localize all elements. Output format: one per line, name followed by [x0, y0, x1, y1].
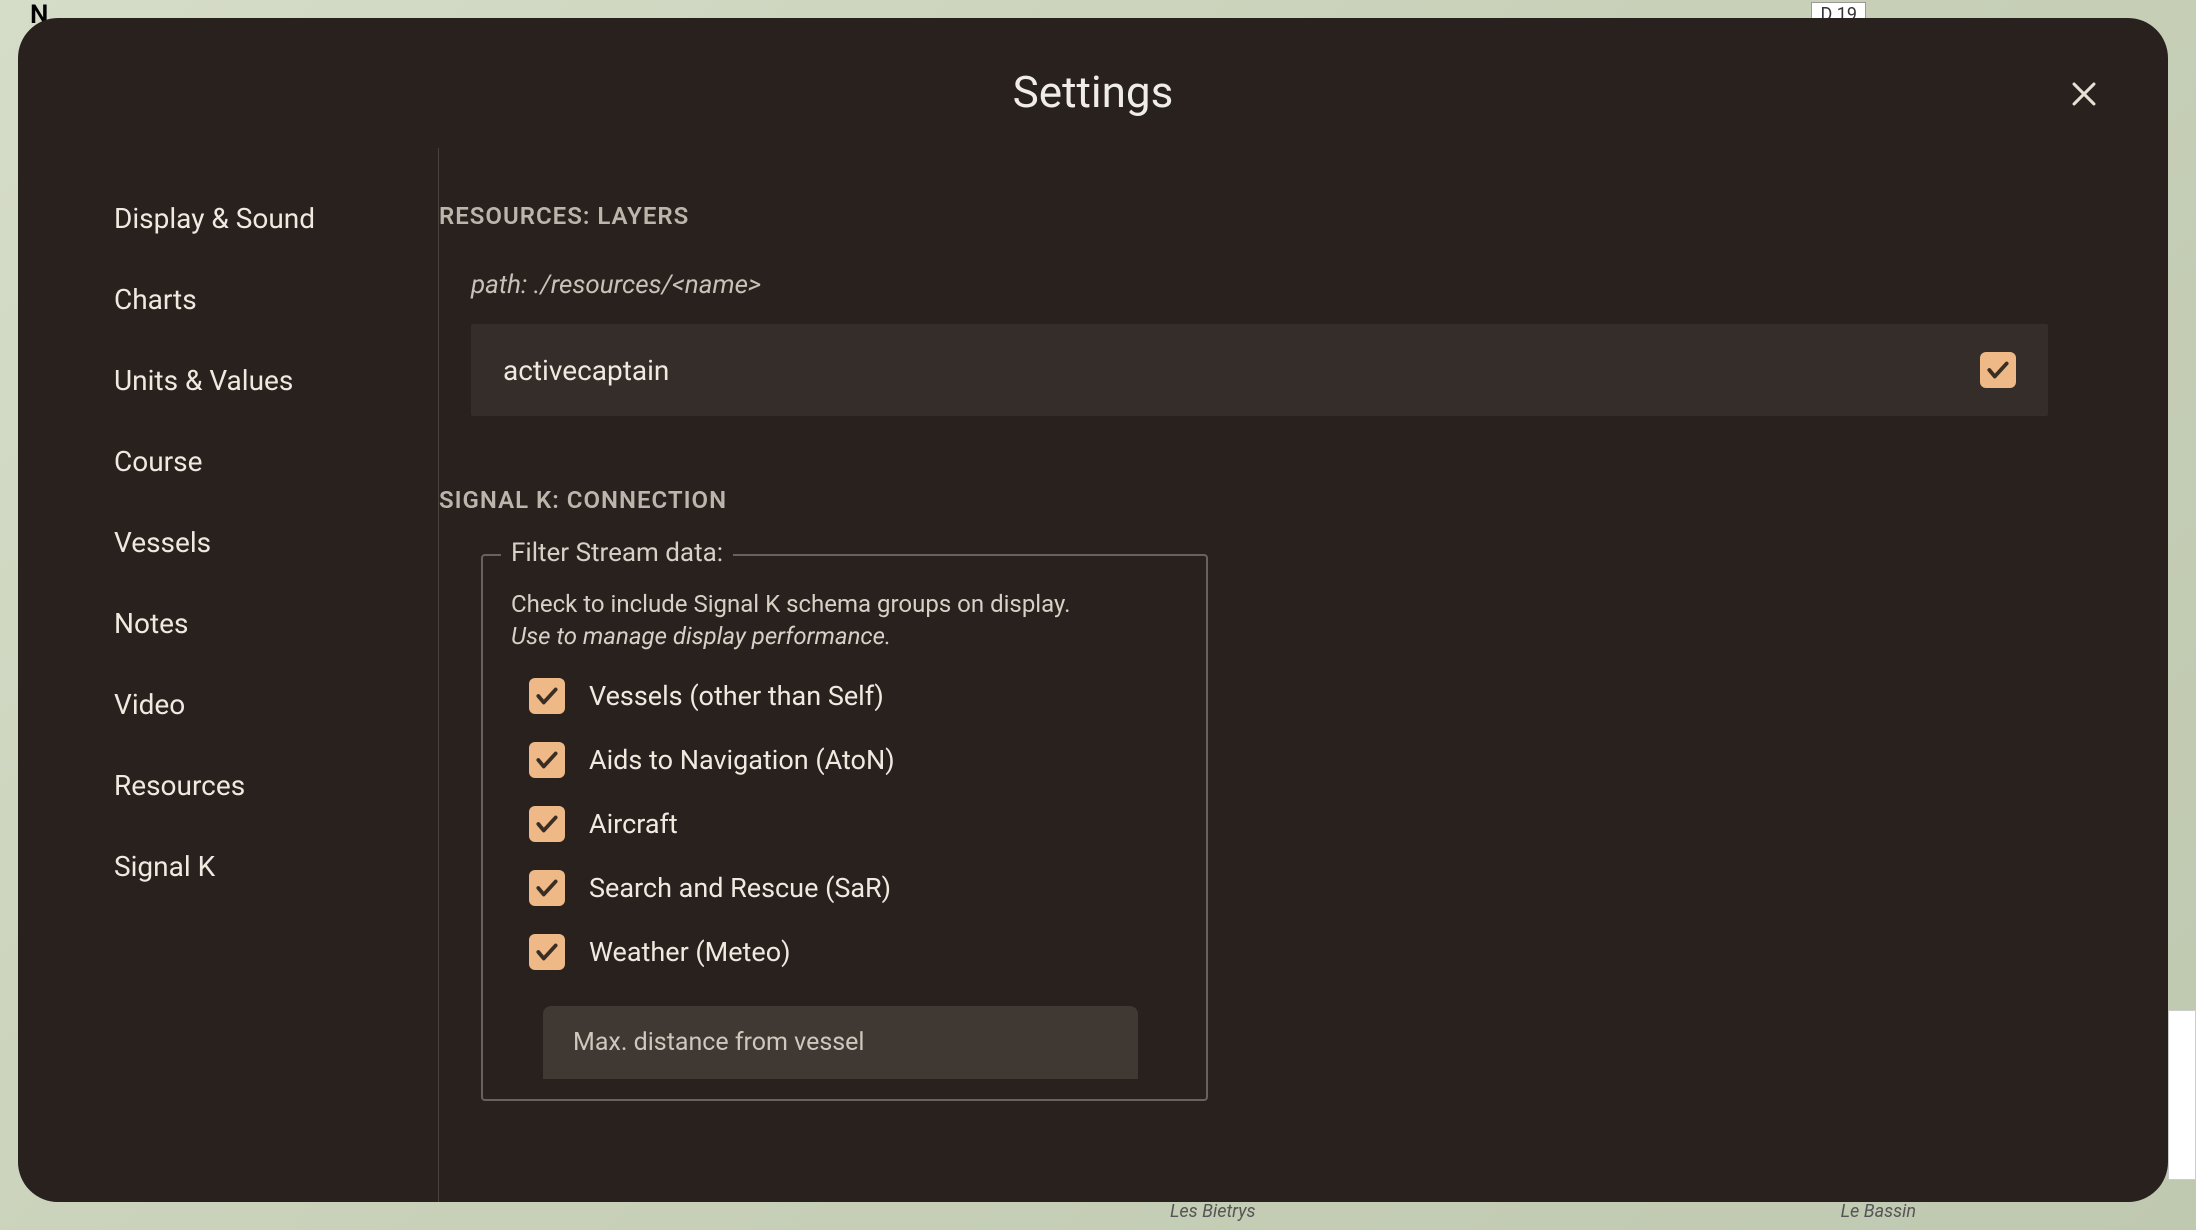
- fieldset-description: Check to include Signal K schema groups …: [511, 586, 1178, 622]
- filter-checkbox[interactable]: [529, 742, 565, 778]
- sidebar-item-charts[interactable]: Charts: [18, 259, 438, 340]
- section-heading-signalk-connection: SIGNAL K: CONNECTION: [439, 486, 2108, 514]
- filter-checkbox[interactable]: [529, 934, 565, 970]
- filter-checkbox[interactable]: [529, 678, 565, 714]
- filter-option-meteo[interactable]: Weather (Meteo): [511, 920, 1178, 984]
- settings-modal: Settings Display & Sound Charts Units & …: [18, 18, 2168, 1202]
- modal-body: Display & Sound Charts Units & Values Co…: [18, 148, 2168, 1202]
- filter-label: Aids to Navigation (AtoN): [589, 744, 895, 776]
- sidebar-item-course[interactable]: Course: [18, 421, 438, 502]
- sidebar-item-vessels[interactable]: Vessels: [18, 502, 438, 583]
- sidebar-item-notes[interactable]: Notes: [18, 583, 438, 664]
- map-side-controls[interactable]: [2168, 1010, 2196, 1180]
- layer-checkbox[interactable]: [1980, 352, 2016, 388]
- settings-sidebar: Display & Sound Charts Units & Values Co…: [18, 148, 438, 1202]
- filter-option-aton[interactable]: Aids to Navigation (AtoN): [511, 728, 1178, 792]
- filter-option-aircraft[interactable]: Aircraft: [511, 792, 1178, 856]
- filter-checkbox[interactable]: [529, 806, 565, 842]
- filter-stream-fieldset: Filter Stream data: Check to include Sig…: [481, 554, 1208, 1101]
- map-place-label: Le Bassin: [1841, 1201, 1916, 1222]
- sidebar-item-signal-k[interactable]: Signal K: [18, 826, 438, 907]
- fieldset-legend: Filter Stream data:: [501, 538, 733, 568]
- filter-label: Aircraft: [589, 808, 678, 840]
- section-heading-resources-layers: RESOURCES: LAYERS: [439, 202, 2108, 230]
- checkmark-icon: [534, 811, 560, 837]
- filter-option-vessels[interactable]: Vessels (other than Self): [511, 664, 1178, 728]
- modal-header: Settings: [18, 18, 2168, 148]
- close-icon: [2067, 77, 2101, 111]
- settings-content: RESOURCES: LAYERS path: ./resources/<nam…: [439, 148, 2168, 1202]
- checkmark-icon: [534, 683, 560, 709]
- sidebar-item-video[interactable]: Video: [18, 664, 438, 745]
- filter-label: Search and Rescue (SaR): [589, 872, 891, 904]
- filter-label: Vessels (other than Self): [589, 680, 884, 712]
- sidebar-item-display-sound[interactable]: Display & Sound: [18, 178, 438, 259]
- map-place-label: Les Bietrys: [1170, 1201, 1256, 1222]
- input-label: Max. distance from vessel: [573, 1028, 1108, 1057]
- modal-title: Settings: [18, 66, 2168, 118]
- sidebar-item-resources[interactable]: Resources: [18, 745, 438, 826]
- filter-label: Weather (Meteo): [589, 936, 791, 968]
- checkmark-icon: [534, 747, 560, 773]
- sidebar-item-units-values[interactable]: Units & Values: [18, 340, 438, 421]
- layer-row-activecaptain[interactable]: activecaptain: [471, 324, 2048, 416]
- fieldset-description-italic: Use to manage display performance.: [511, 622, 1178, 650]
- layer-label: activecaptain: [503, 354, 669, 387]
- filter-checkbox[interactable]: [529, 870, 565, 906]
- checkmark-icon: [1985, 357, 2011, 383]
- max-distance-input[interactable]: Max. distance from vessel: [543, 1006, 1138, 1079]
- checkmark-icon: [534, 939, 560, 965]
- filter-option-sar[interactable]: Search and Rescue (SaR): [511, 856, 1178, 920]
- path-hint: path: ./resources/<name>: [471, 270, 2108, 300]
- checkmark-icon: [534, 875, 560, 901]
- close-button[interactable]: [2064, 74, 2104, 114]
